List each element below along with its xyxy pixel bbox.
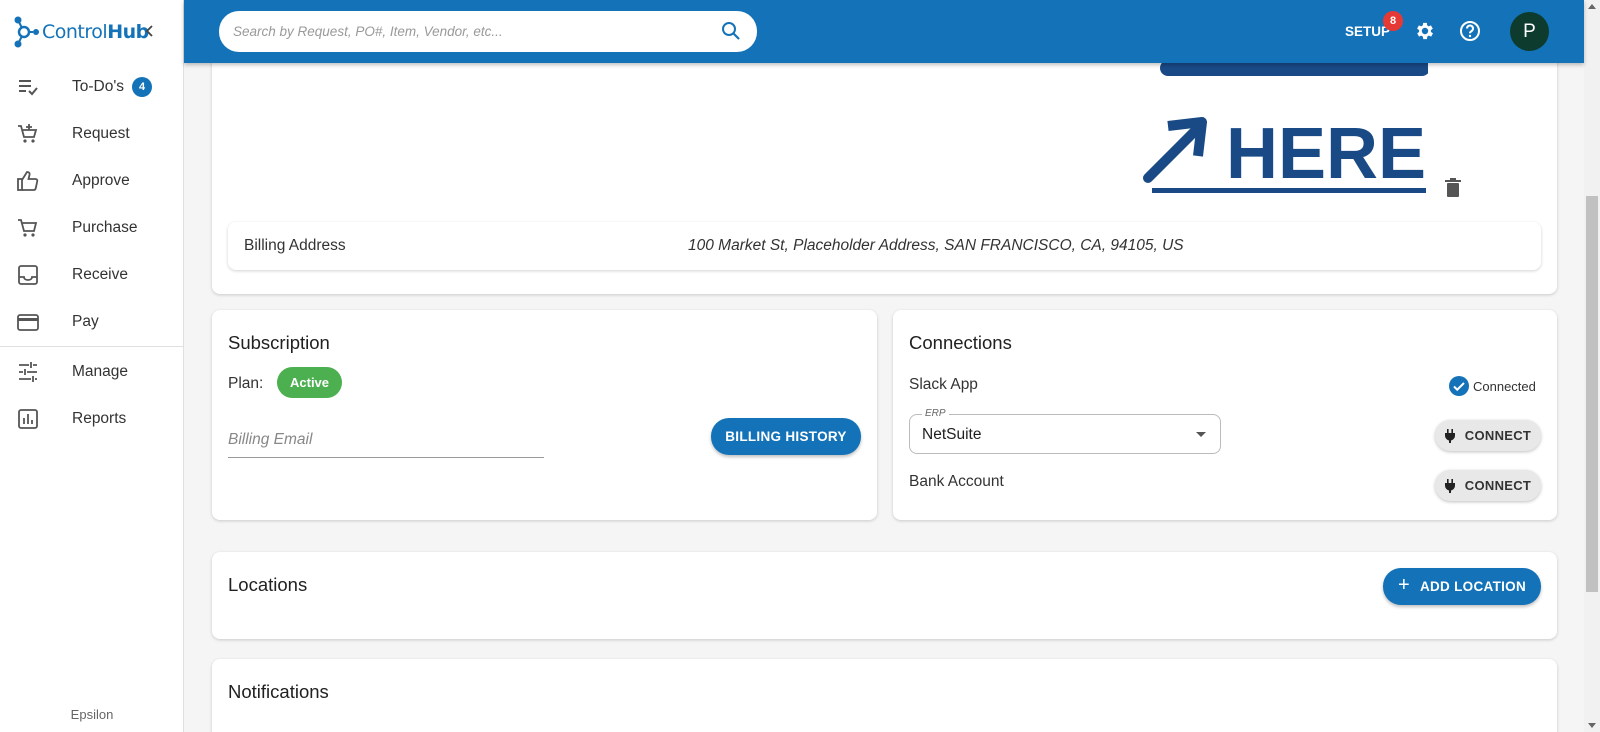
connections-card: Connections Slack App Connected ERP NetS…	[893, 310, 1557, 520]
sidebar-item-label: Manage	[72, 362, 129, 380]
inbox-icon	[16, 263, 40, 287]
plug-icon	[1444, 478, 1455, 493]
sidebar-item-approve[interactable]: Approve	[0, 157, 183, 204]
plus-icon: +	[1397, 574, 1410, 596]
connections-title: Connections	[909, 332, 1012, 353]
billing-history-button[interactable]: BILLING HISTORY	[711, 418, 861, 455]
scroll-thumb[interactable]	[1586, 196, 1598, 592]
connected-text: Connected	[1473, 378, 1536, 394]
sidebar-item-todos[interactable]: To-Do's 4	[0, 63, 183, 110]
erp-legend: ERP	[922, 408, 949, 419]
todo-count-badge: 4	[132, 76, 153, 97]
notifications-title: Notifications	[228, 681, 329, 702]
erp-connect-label: CONNECT	[1464, 428, 1532, 443]
search-box	[219, 11, 757, 52]
bank-connect-label: CONNECT	[1464, 478, 1532, 493]
billing-email-input[interactable]	[228, 422, 544, 457]
sidebar-item-label: Approve	[72, 171, 130, 189]
company-logo: HERE	[1138, 60, 1428, 195]
sidebar-item-manage[interactable]: Manage	[0, 348, 183, 395]
sidebar-item-label: Request	[72, 124, 130, 142]
bank-connect-button[interactable]: CONNECT	[1435, 470, 1541, 501]
sidebar-item-request[interactable]: Request	[0, 110, 183, 157]
scroll-up-arrow[interactable]	[1588, 4, 1596, 9]
brand-logo-icon	[14, 16, 39, 47]
billing-address-value[interactable]: 100 Market St, Placeholder Address, SAN …	[688, 237, 1184, 255]
brand: ControlHub	[0, 0, 183, 63]
topbar: SETUP 8 P	[184, 0, 1584, 63]
billing-address-label: Billing Address	[244, 237, 346, 254]
plan-status-badge: Active	[277, 367, 343, 398]
sidebar: ControlHub To-Do's 4 Request Approve Pur…	[0, 0, 184, 732]
credit-card-icon	[16, 310, 40, 334]
erp-select[interactable]: ERP NetSuite	[909, 408, 1221, 454]
subscription-card: Subscription Plan: Active BILLING HISTOR…	[212, 310, 877, 520]
trash-icon[interactable]	[1444, 178, 1462, 203]
checklist-icon	[16, 75, 40, 99]
erp-value: NetSuite	[922, 426, 982, 443]
search-input[interactable]	[233, 24, 713, 39]
subscription-title: Subscription	[228, 332, 330, 353]
slack-connected-status: Connected	[1449, 376, 1536, 396]
slack-app-label: Slack App	[909, 376, 978, 393]
scroll-down-arrow[interactable]	[1588, 723, 1596, 728]
chevron-left-icon	[145, 25, 153, 37]
avatar[interactable]: P	[1510, 12, 1549, 51]
sidebar-item-pay[interactable]: Pay	[0, 298, 183, 345]
cart-icon	[16, 216, 40, 240]
setup-button[interactable]: SETUP	[1345, 24, 1390, 39]
erp-connect-button[interactable]: CONNECT	[1435, 420, 1541, 451]
check-circle-icon	[1449, 376, 1469, 396]
billing-email-field	[228, 422, 544, 458]
plug-icon	[1444, 428, 1455, 443]
locations-card: Locations + ADD LOCATION	[212, 552, 1557, 639]
sidebar-item-reports[interactable]: Reports	[0, 395, 183, 442]
plan-label: Plan:	[228, 375, 264, 392]
search-icon[interactable]	[721, 21, 741, 46]
sidebar-item-label: Receive	[72, 265, 128, 283]
tenant-name: Epsilon	[70, 707, 114, 722]
logo-text: HERE	[1226, 114, 1426, 194]
locations-title: Locations	[228, 574, 308, 595]
add-location-label: ADD LOCATION	[1419, 579, 1527, 594]
sidebar-item-label: Purchase	[72, 218, 138, 236]
billing-address-row: Billing Address 100 Market St, Placehold…	[228, 222, 1541, 270]
company-card: HERE Billing Address 100 Market St, Plac…	[212, 30, 1557, 294]
help-icon[interactable]	[1459, 20, 1481, 47]
collapse-sidebar-button[interactable]	[139, 20, 161, 42]
page-scrollbar[interactable]	[1584, 0, 1600, 732]
add-location-button[interactable]: + ADD LOCATION	[1383, 568, 1541, 605]
gear-icon[interactable]	[1414, 20, 1436, 47]
caret-down-icon	[1196, 432, 1206, 437]
sidebar-item-label: Reports	[72, 409, 127, 427]
notifications-card: Notifications	[212, 659, 1557, 732]
sidebar-item-label: To-Do's	[72, 77, 125, 95]
cart-add-icon	[16, 122, 40, 146]
bank-account-label: Bank Account	[909, 473, 1004, 490]
thumbs-up-icon	[16, 169, 40, 193]
sidebar-item-receive[interactable]: Receive	[0, 251, 183, 298]
bar-chart-icon	[16, 407, 40, 431]
setup-count-badge: 8	[1383, 11, 1403, 31]
sidebar-item-purchase[interactable]: Purchase	[0, 204, 183, 251]
sidebar-divider	[0, 346, 183, 347]
sidebar-item-label: Pay	[72, 312, 99, 330]
brand-name: ControlHub	[42, 20, 149, 43]
sliders-icon	[16, 360, 40, 384]
